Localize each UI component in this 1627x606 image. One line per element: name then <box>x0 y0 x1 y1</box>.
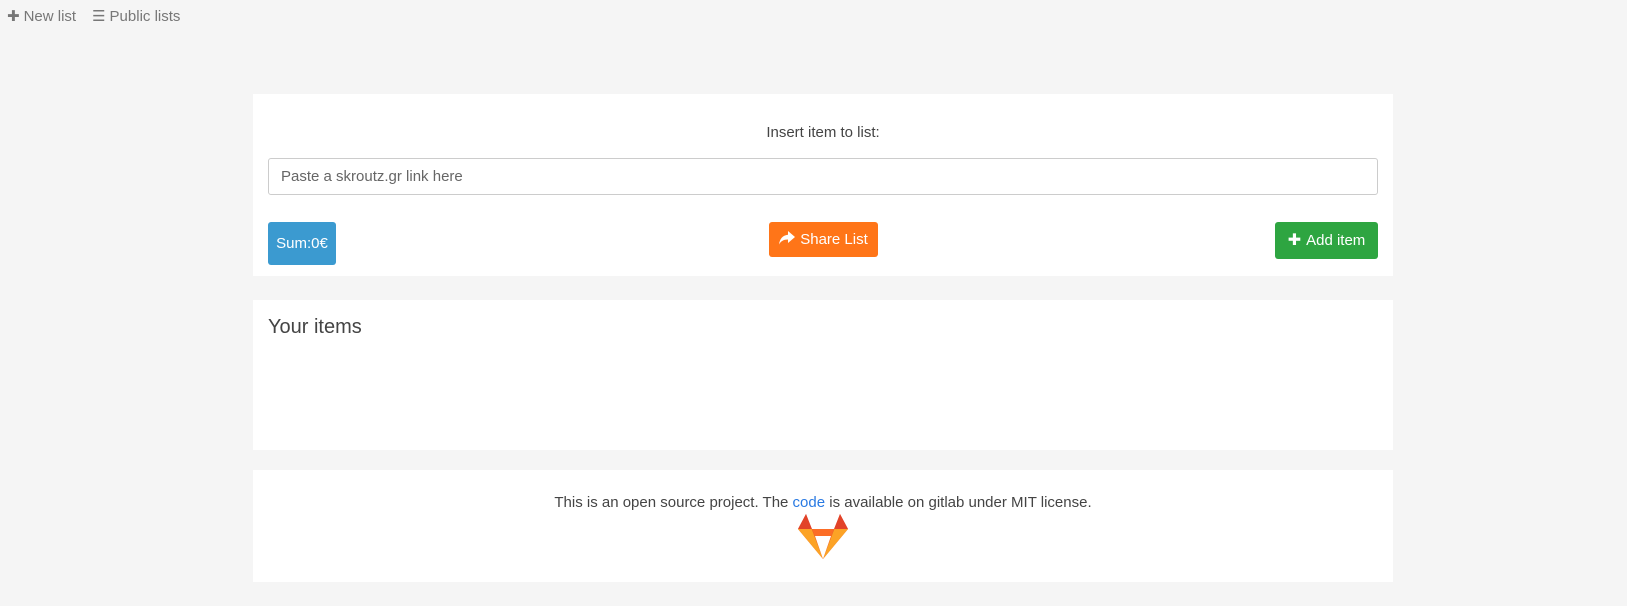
new-list-link[interactable]: ✚ New list <box>7 8 76 25</box>
items-title: Your items <box>268 316 362 338</box>
footer-text-after: is available on gitlab under MIT license… <box>825 494 1092 511</box>
add-item-label: Add item <box>1306 232 1366 249</box>
insert-panel: Insert item to list: Sum:0€ Share List ✚… <box>253 94 1393 276</box>
public-lists-link[interactable]: ☰ Public lists <box>92 8 180 25</box>
footer-text: This is an open source project. The code… <box>253 494 1393 511</box>
top-nav: ✚ New list ☰ Public lists <box>7 8 180 25</box>
insert-label: Insert item to list: <box>766 124 880 141</box>
new-list-label: New list <box>23 8 77 25</box>
footer-panel: This is an open source project. The code… <box>253 470 1393 582</box>
public-lists-label: Public lists <box>109 8 181 25</box>
items-panel: Your items <box>253 300 1393 450</box>
sum-label: Sum:0€ <box>276 235 328 252</box>
sum-button[interactable]: Sum:0€ <box>268 222 336 265</box>
gitlab-logo[interactable] <box>798 514 848 560</box>
plus-icon: ✚ <box>7 8 20 25</box>
share-icon <box>779 230 796 249</box>
share-list-button[interactable]: Share List <box>769 222 878 257</box>
code-link[interactable]: code <box>793 494 826 511</box>
add-item-button[interactable]: ✚ Add item <box>1275 222 1378 259</box>
footer-text-before: This is an open source project. The <box>554 494 793 511</box>
share-list-label: Share List <box>800 231 868 248</box>
plus-icon: ✚ <box>1287 231 1302 249</box>
bars-icon: ☰ <box>92 8 106 25</box>
url-input[interactable] <box>268 158 1378 195</box>
